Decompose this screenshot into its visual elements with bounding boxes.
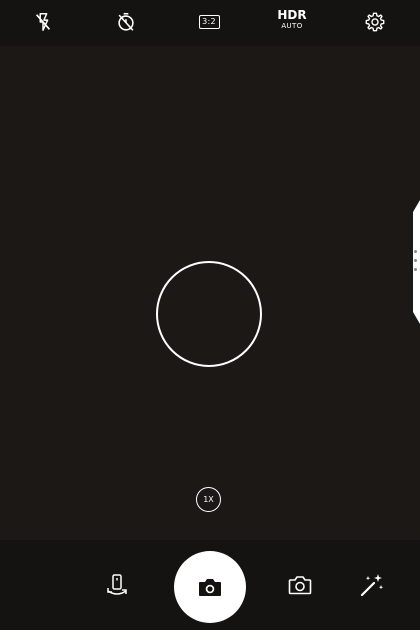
hdr-mode-label: AUTO [281, 22, 303, 30]
effects-button[interactable] [356, 569, 388, 601]
focus-ring[interactable] [156, 261, 262, 367]
flash-off-icon [35, 13, 51, 31]
aspect-ratio-icon: 3:2 [198, 15, 220, 29]
photo-mode-icon [288, 576, 312, 595]
bottom-toolbar [0, 540, 420, 630]
switch-camera-button[interactable] [102, 570, 132, 602]
camera-icon [199, 579, 221, 596]
photo-mode-button[interactable] [285, 570, 315, 600]
hdr-toggle-button[interactable]: HDR AUTO [274, 9, 310, 31]
top-toolbar: 3:2 HDR AUTO [0, 0, 420, 46]
settings-button[interactable] [357, 6, 393, 38]
switch-camera-icon [107, 574, 127, 595]
hdr-label: HDR [277, 8, 307, 22]
camera-screen: 3:2 HDR AUTO 1X [0, 0, 420, 630]
timer-toggle-button[interactable] [108, 6, 144, 38]
gear-icon [365, 12, 385, 32]
zoom-button[interactable]: 1X [196, 487, 221, 512]
shutter-button[interactable] [174, 551, 246, 623]
camera-viewfinder[interactable]: 1X [0, 46, 420, 540]
timer-off-icon [118, 12, 134, 31]
magic-wand-icon [360, 574, 384, 597]
side-panel-dots [414, 250, 418, 277]
aspect-ratio-button[interactable]: 3:2 [191, 6, 227, 38]
flash-toggle-button[interactable] [25, 6, 61, 38]
